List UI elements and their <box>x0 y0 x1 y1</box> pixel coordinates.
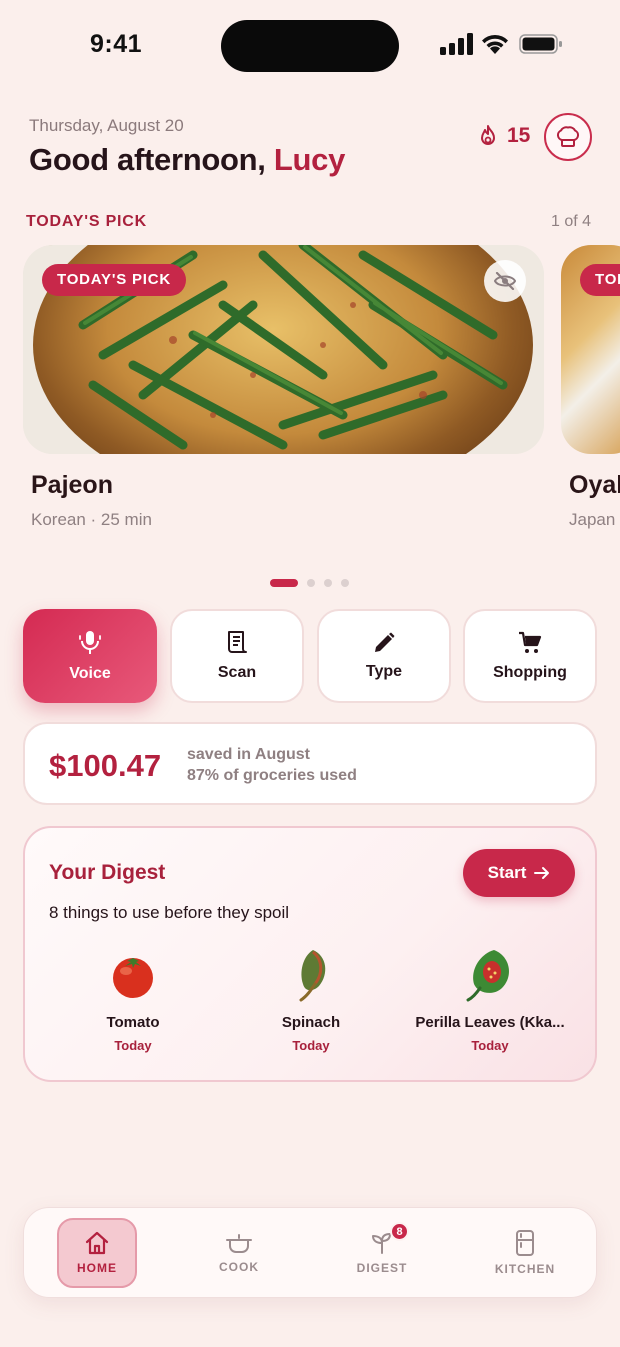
tomato-icon <box>113 958 153 998</box>
digest-subtitle: 8 things to use before they spoil <box>49 903 290 922</box>
tab-cook-label: COOK <box>219 1260 259 1274</box>
recipe-name-next[interactable]: Oyal <box>569 471 620 500</box>
recipe-name[interactable]: Pajeon <box>31 471 113 500</box>
savings-card[interactable]: $100.47 saved in August 87% of groceries… <box>23 722 597 805</box>
hide-recipe-button[interactable] <box>484 260 526 302</box>
status-time: 9:41 <box>90 30 143 58</box>
perilla-leaf-icon <box>466 950 509 1002</box>
greeting-heading: Good afternoon, Lucy <box>29 142 345 178</box>
voice-label: Voice <box>69 664 111 682</box>
cellular-signal-icon <box>440 33 473 55</box>
section-title-todays-pick: TODAY'S PICK <box>26 213 147 230</box>
tab-digest[interactable]: DIGEST <box>342 1218 422 1288</box>
type-button[interactable]: Type <box>317 609 451 703</box>
savings-amount: $100.47 <box>49 748 162 783</box>
ingredient-expiry: Today <box>292 1038 330 1053</box>
carousel-dot[interactable] <box>341 579 349 587</box>
ingredient-expiry: Today <box>114 1038 152 1053</box>
digest-notification-badge: 8 <box>390 1222 409 1241</box>
flame-icon <box>481 125 495 145</box>
home-icon <box>85 1231 109 1255</box>
carousel-page-indicator: 1 of 4 <box>551 213 592 230</box>
fridge-icon <box>516 1230 534 1256</box>
pot-icon <box>226 1234 252 1253</box>
streak-counter[interactable]: 15 <box>478 124 530 148</box>
recipe-meta: Korean · 25 min <box>31 510 152 529</box>
carousel-dot[interactable] <box>307 579 315 587</box>
bottom-tab-bar: HOME COOK DIGEST KITCHEN <box>23 1207 597 1298</box>
tab-digest-label: DIGEST <box>356 1261 408 1275</box>
cart-icon <box>519 631 542 653</box>
recipe-meta-next: Japan <box>569 510 616 529</box>
ingredient-item-tomato[interactable]: Tomato Today <box>44 946 222 1053</box>
scan-label: Scan <box>217 663 257 681</box>
dynamic-island <box>221 20 399 72</box>
tab-home[interactable]: HOME <box>57 1218 137 1288</box>
scan-button[interactable]: Scan <box>170 609 304 703</box>
tab-kitchen-label: KITCHEN <box>494 1262 556 1276</box>
start-digest-button[interactable]: Start <box>463 849 575 897</box>
tab-kitchen[interactable]: KITCHEN <box>485 1218 565 1288</box>
chef-hat-icon <box>556 126 580 147</box>
eye-off-icon <box>494 272 516 290</box>
date-label: Thursday, August 20 <box>29 116 184 135</box>
carousel-dot[interactable] <box>270 579 298 587</box>
wifi-icon <box>482 34 508 54</box>
tab-home-label: HOME <box>77 1261 117 1275</box>
groceries-used: 87% of groceries used <box>187 767 357 784</box>
digest-card: Your Digest 8 things to use before they … <box>23 826 597 1082</box>
status-bar: 9:41 <box>0 0 620 92</box>
ingredient-name: Tomato <box>106 1014 160 1031</box>
ingredient-name: Perilla Leaves (Kka... <box>415 1014 565 1031</box>
voice-button[interactable]: Voice <box>23 609 157 703</box>
type-label: Type <box>365 662 403 680</box>
greeting-text: Good afternoon, <box>29 142 274 177</box>
todays-pick-badge-next: TOD <box>580 264 620 296</box>
todays-pick-badge: TODAY'S PICK <box>42 264 187 296</box>
shopping-label: Shopping <box>493 663 567 681</box>
tab-cook[interactable]: COOK <box>199 1218 279 1288</box>
receipt-icon <box>228 630 247 653</box>
spinach-icon <box>299 950 326 1002</box>
ingredient-name: Spinach <box>281 1014 341 1031</box>
battery-icon <box>519 34 562 54</box>
microphone-icon <box>79 630 101 654</box>
carousel-dot[interactable] <box>324 579 332 587</box>
start-label: Start <box>487 863 527 882</box>
carousel-dots[interactable] <box>270 579 349 587</box>
pencil-icon <box>375 632 395 652</box>
shopping-button[interactable]: Shopping <box>463 609 597 703</box>
ingredient-item-perilla[interactable]: Perilla Leaves (Kka... Today <box>401 946 579 1053</box>
arrow-right-icon <box>534 867 550 879</box>
ingredient-expiry: Today <box>471 1038 509 1053</box>
digest-title: Your Digest <box>49 861 166 884</box>
ingredient-item-spinach[interactable]: Spinach Today <box>222 946 400 1053</box>
user-name: Lucy <box>273 142 346 177</box>
streak-count: 15 <box>507 124 531 147</box>
profile-button[interactable] <box>544 113 592 161</box>
savings-period: saved in August <box>187 746 310 763</box>
